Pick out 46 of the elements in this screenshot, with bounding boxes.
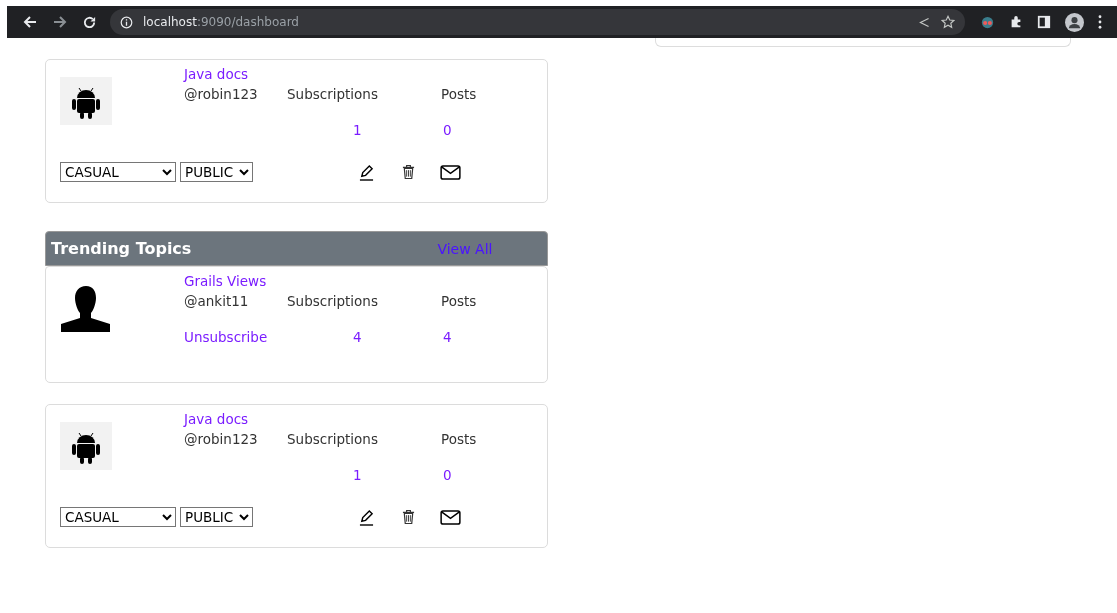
address-bar[interactable]: localhost:9090/dashboard — [110, 9, 965, 35]
back-icon[interactable] — [22, 14, 38, 30]
posts-count[interactable]: 0 — [443, 102, 452, 138]
topic-title-link[interactable]: Grails Views — [184, 273, 267, 289]
mail-icon[interactable] — [440, 509, 461, 525]
forward-icon[interactable] — [52, 14, 68, 30]
seriousness-dropdown[interactable]: CASUAL — [60, 162, 176, 182]
username-text: @ankit11 — [184, 292, 249, 309]
android-icon — [60, 77, 112, 125]
visibility-dropdown[interactable]: PUBLIC — [180, 162, 253, 182]
topic-title-link[interactable]: Java docs — [184, 411, 249, 427]
unsubscribe-link[interactable]: Unsubscribe — [184, 329, 268, 345]
subscriptions-label: Subscriptions — [287, 85, 378, 102]
section-title: Trending Topics — [51, 239, 192, 258]
posts-label: Posts — [441, 430, 477, 447]
star-icon[interactable] — [941, 15, 955, 29]
person-silhouette-icon — [60, 284, 112, 334]
android-icon — [60, 422, 112, 470]
subscriptions-count[interactable]: 1 — [353, 102, 362, 138]
url-text: localhost:9090/dashboard — [143, 15, 299, 29]
reload-icon[interactable] — [82, 14, 97, 30]
menu-icon[interactable] — [1098, 15, 1102, 29]
posts-count[interactable]: 0 — [443, 447, 452, 483]
extension-icon[interactable] — [980, 14, 995, 30]
profile-icon[interactable] — [1065, 12, 1084, 32]
info-icon[interactable] — [120, 15, 133, 29]
topic-title-link[interactable]: Java docs — [184, 66, 249, 82]
visibility-dropdown[interactable]: PUBLIC — [180, 507, 253, 527]
side-panel-icon[interactable] — [1037, 15, 1051, 29]
share-icon[interactable] — [918, 15, 931, 29]
username-text: @robin123 — [184, 85, 258, 102]
username-text: @robin123 — [184, 430, 258, 447]
subscriptions-count[interactable]: 4 — [353, 309, 362, 345]
posts-label: Posts — [441, 292, 477, 309]
trash-icon[interactable] — [402, 164, 415, 180]
seriousness-dropdown[interactable]: CASUAL — [60, 507, 176, 527]
trash-icon[interactable] — [402, 509, 415, 525]
subscriptions-label: Subscriptions — [287, 292, 378, 309]
posts-count[interactable]: 4 — [443, 309, 452, 345]
puzzle-icon[interactable] — [1009, 15, 1023, 29]
mail-icon[interactable] — [440, 164, 461, 180]
posts-label: Posts — [441, 85, 477, 102]
subscriptions-label: Subscriptions — [287, 430, 378, 447]
edit-icon[interactable] — [359, 508, 374, 526]
subscriptions-count[interactable]: 1 — [353, 447, 362, 483]
edit-icon[interactable] — [359, 163, 374, 181]
